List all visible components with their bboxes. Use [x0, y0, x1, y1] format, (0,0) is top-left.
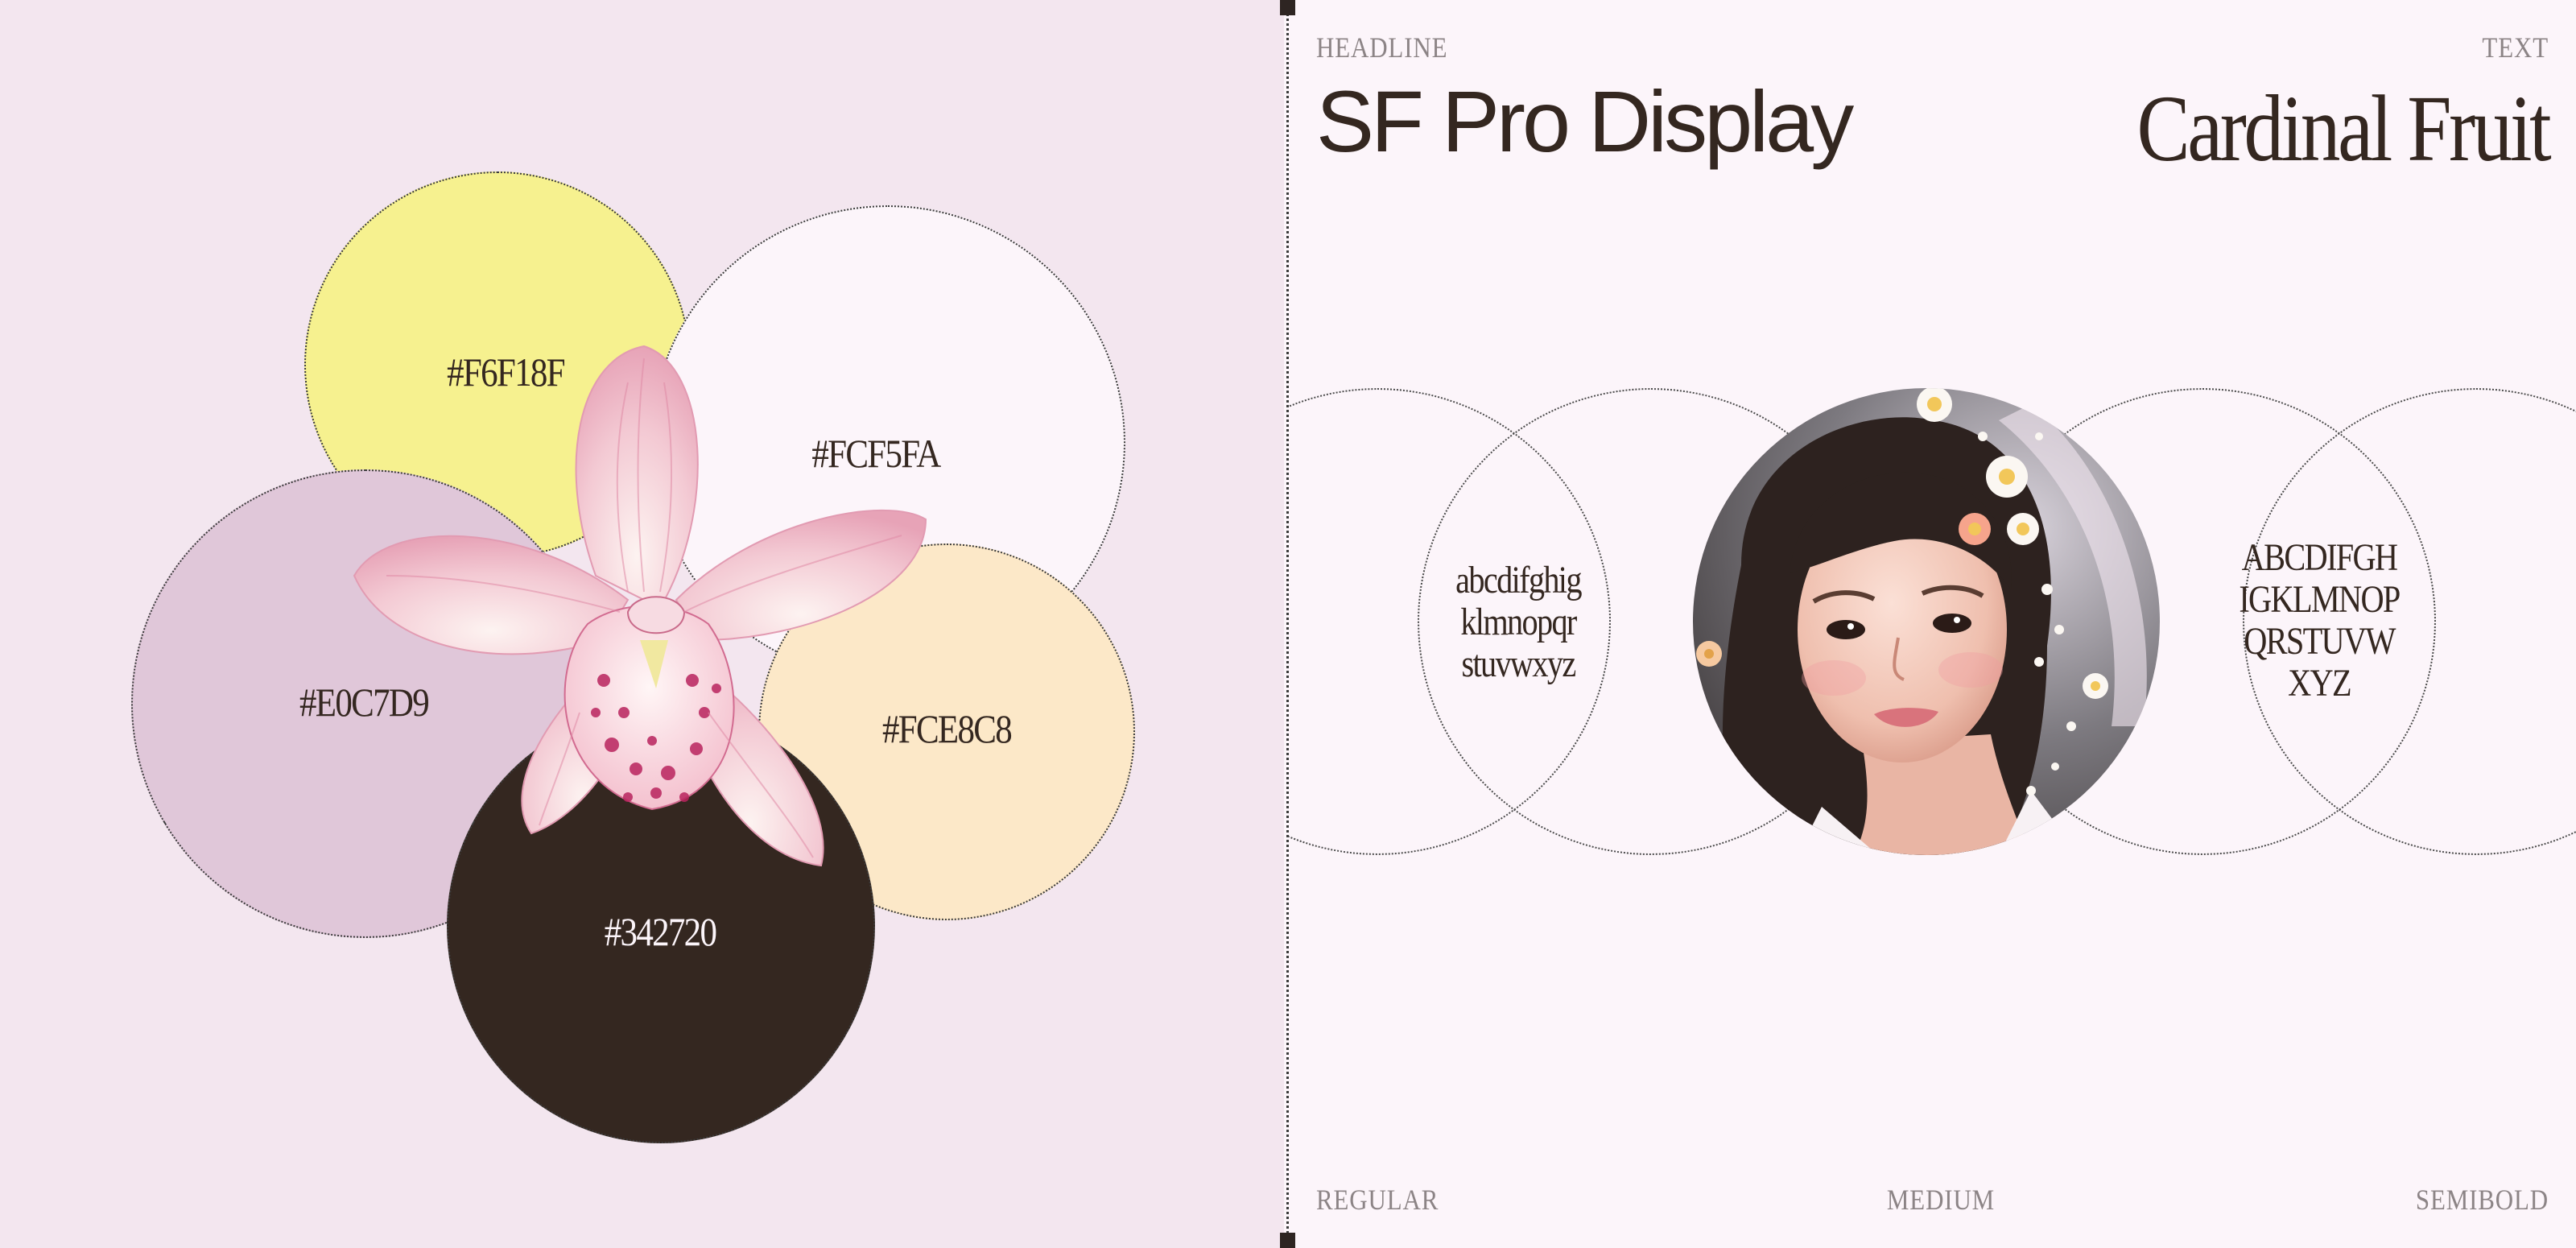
swatch-label-fce8c8: #FCE8C8	[881, 706, 1013, 751]
portrait-photo	[1693, 388, 2160, 855]
weight-regular: REGULAR	[1316, 1184, 1439, 1216]
uppercase-line-4: XYZ	[2288, 662, 2352, 705]
text-caption: TEXT	[2482, 31, 2549, 64]
lowercase-line-2: klmnopqr	[1460, 601, 1577, 643]
uppercase-line-1: ABCDIFGH	[2241, 536, 2398, 579]
color-palette-panel: #F6F18F #FCF5FA #E0C7D9 #FCE8C8 #342720	[0, 0, 1284, 1248]
headline-font-name: SF Pro Display	[1316, 72, 1854, 170]
brand-board: #F6F18F #FCF5FA #E0C7D9 #FCE8C8 #342720	[0, 0, 2576, 1248]
uppercase-line-2: IGKLMNOP	[2239, 578, 2401, 621]
divider-cap-bottom	[1280, 1233, 1295, 1248]
lowercase-alphabet: abcdifghig klmnopqr stuvwxyz	[1417, 560, 1620, 685]
lowercase-line-3: stuvwxyz	[1461, 643, 1576, 685]
weight-semibold: SEMIBOLD	[2415, 1184, 2549, 1216]
typography-panel: HEADLINE TEXT SF Pro Display Cardinal Fr…	[1289, 0, 2576, 1248]
lowercase-line-1: abcdifghig	[1455, 559, 1582, 601]
divider-cap-top	[1280, 0, 1295, 15]
weight-medium: MEDIUM	[1886, 1184, 1996, 1216]
swatch-label-342720: #342720	[604, 909, 717, 954]
uppercase-line-3: QRSTUVW	[2244, 620, 2396, 663]
orchid-image	[353, 345, 927, 867]
headline-caption: HEADLINE	[1316, 31, 1448, 64]
panel-divider	[1286, 0, 1289, 1248]
text-font-name: Cardinal Fruit	[2136, 76, 2551, 181]
uppercase-alphabet: ABCDIFGH IGKLMNOP QRSTUVW XYZ	[2218, 537, 2421, 705]
